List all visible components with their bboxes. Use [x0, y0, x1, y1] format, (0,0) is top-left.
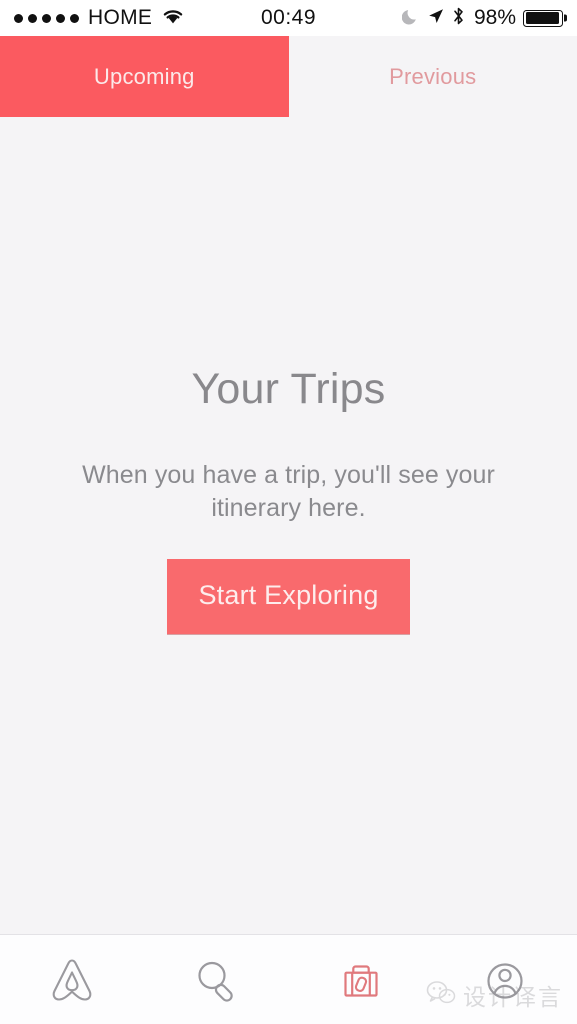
tab-upcoming[interactable]: Upcoming [0, 36, 289, 117]
search-icon [189, 953, 243, 1007]
bluetooth-icon [452, 6, 465, 31]
location-arrow-icon [427, 7, 445, 30]
status-bar: HOME 00:49 98% [0, 0, 577, 36]
empty-state-message: When you have a trip, you'll see your it… [82, 461, 495, 523]
clock-label: 00:49 [260, 6, 317, 29]
suitcase-icon [334, 953, 388, 1007]
tab-bar-item-home[interactable] [0, 935, 144, 1024]
segmented-control: Upcoming Previous [0, 36, 577, 117]
tab-bar-item-search[interactable] [144, 935, 288, 1024]
start-exploring-button[interactable]: Start Exploring [167, 558, 410, 634]
profile-icon [478, 953, 532, 1007]
airbnb-belo-icon [45, 953, 99, 1007]
signal-strength-dots [14, 13, 79, 23]
tab-previous-label: Previous [389, 63, 477, 89]
battery-percent-label: 98% [473, 6, 516, 29]
page-title: Your Trips [191, 365, 386, 413]
carrier-label: HOME [88, 6, 153, 29]
bottom-tab-bar: 设计译言 [0, 934, 577, 1024]
tab-upcoming-label: Upcoming [93, 63, 195, 89]
tab-bar-item-profile[interactable] [433, 935, 577, 1024]
moon-icon [401, 7, 420, 30]
tab-bar-item-trips[interactable] [289, 935, 433, 1024]
main-content: Your Trips When you have a trip, you'll … [0, 117, 577, 934]
app-root: HOME 00:49 98% Upcoming Previous Your Tr… [0, 0, 577, 1024]
wifi-icon [161, 7, 185, 30]
status-bar-left: HOME [14, 6, 185, 30]
status-bar-right: 98% [401, 6, 563, 31]
tab-previous[interactable]: Previous [288, 36, 577, 117]
empty-state: Your Trips When you have a trip, you'll … [0, 368, 577, 634]
battery-icon [523, 9, 563, 27]
